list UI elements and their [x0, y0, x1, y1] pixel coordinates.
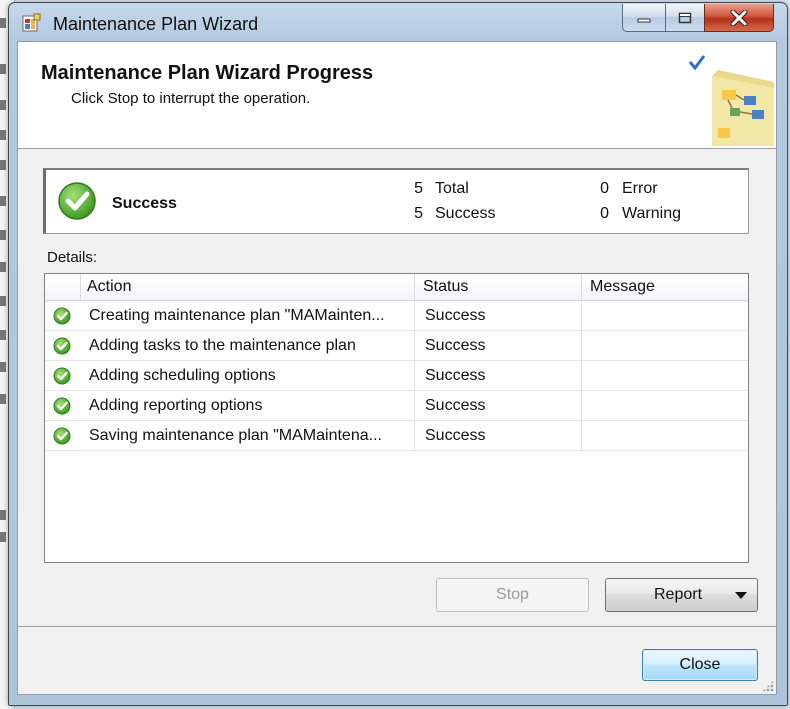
close-window-button[interactable] — [704, 4, 774, 32]
wizard-window: Maintenance Plan Wizard Maintenance Plan… — [8, 2, 788, 706]
cell-message — [591, 421, 741, 450]
success-check-icon — [53, 367, 71, 385]
status-summary: Success 5 Total 5 Success 0 Error 0 Warn… — [43, 168, 749, 234]
page-subtitle: Click Stop to interrupt the operation. — [71, 90, 311, 107]
cell-status: Success — [425, 307, 486, 324]
title-bar[interactable]: Maintenance Plan Wizard — [9, 3, 787, 45]
cell-message — [591, 361, 741, 390]
table-row[interactable]: Creating maintenance plan "MAMainten... S… — [45, 301, 748, 331]
footer-divider — [18, 626, 776, 627]
wizard-header: Maintenance Plan Wizard Progress Click S… — [18, 42, 776, 149]
page-title: Maintenance Plan Wizard Progress — [41, 62, 374, 84]
maximize-button[interactable] — [665, 4, 705, 32]
cell-status: Success — [425, 427, 486, 444]
summary-status-text: Success — [112, 195, 177, 212]
dropdown-arrow-icon[interactable] — [735, 592, 747, 599]
wizard-flowchart-icon — [688, 55, 774, 146]
cell-message — [591, 391, 741, 420]
cell-status: Success — [425, 397, 486, 414]
success-count: 5 — [414, 205, 423, 222]
column-header-icon[interactable] — [45, 274, 81, 300]
success-check-icon — [53, 397, 71, 415]
resize-grip-icon[interactable] — [762, 680, 774, 692]
app-icon — [22, 13, 41, 32]
cell-message — [591, 331, 741, 360]
details-label: Details: — [47, 249, 98, 266]
total-label: Total — [435, 180, 469, 197]
details-grid[interactable]: Action Status Message Creating maintenan… — [44, 273, 749, 563]
stop-button[interactable]: Stop — [436, 578, 589, 612]
error-label: Error — [622, 180, 658, 197]
window-title: Maintenance Plan Wizard — [53, 14, 259, 34]
table-row[interactable]: Adding scheduling options Success — [45, 361, 748, 391]
success-check-icon — [53, 307, 71, 325]
total-count: 5 — [414, 180, 423, 197]
minimize-icon — [637, 18, 651, 22]
warning-label: Warning — [622, 205, 681, 222]
wizard-client-area: Maintenance Plan Wizard Progress Click S… — [17, 41, 777, 695]
close-icon — [730, 9, 748, 26]
success-check-icon — [53, 427, 71, 445]
cell-status: Success — [425, 367, 486, 384]
error-count: 0 — [600, 180, 609, 197]
table-row[interactable]: Adding tasks to the maintenance plan Succ… — [45, 331, 748, 361]
report-button[interactable]: Report — [605, 578, 758, 612]
grid-header: Action Status Message — [45, 274, 748, 301]
cell-status: Success — [425, 337, 486, 354]
column-header-message[interactable]: Message — [582, 274, 748, 300]
close-button[interactable]: Close — [642, 649, 758, 681]
report-button-label: Report — [654, 586, 703, 603]
minimize-button[interactable] — [622, 4, 666, 32]
column-header-action[interactable]: Action — [81, 274, 415, 300]
cell-action: Adding scheduling options — [89, 367, 276, 384]
success-check-icon — [58, 182, 96, 220]
success-check-icon — [53, 337, 71, 355]
cell-message — [591, 301, 741, 330]
table-row[interactable]: Saving maintenance plan "MAMaintena... Su… — [45, 421, 748, 451]
table-row[interactable]: Adding reporting options Success — [45, 391, 748, 421]
success-label: Success — [435, 205, 496, 222]
cell-action: Adding tasks to the maintenance plan — [89, 337, 356, 354]
maximize-icon — [678, 12, 692, 23]
cell-action: Adding reporting options — [89, 397, 263, 414]
cell-action: Saving maintenance plan "MAMaintena... — [89, 427, 382, 444]
warning-count: 0 — [600, 205, 609, 222]
column-header-status[interactable]: Status — [415, 274, 582, 300]
cell-action: Creating maintenance plan "MAMainten... — [89, 307, 385, 324]
